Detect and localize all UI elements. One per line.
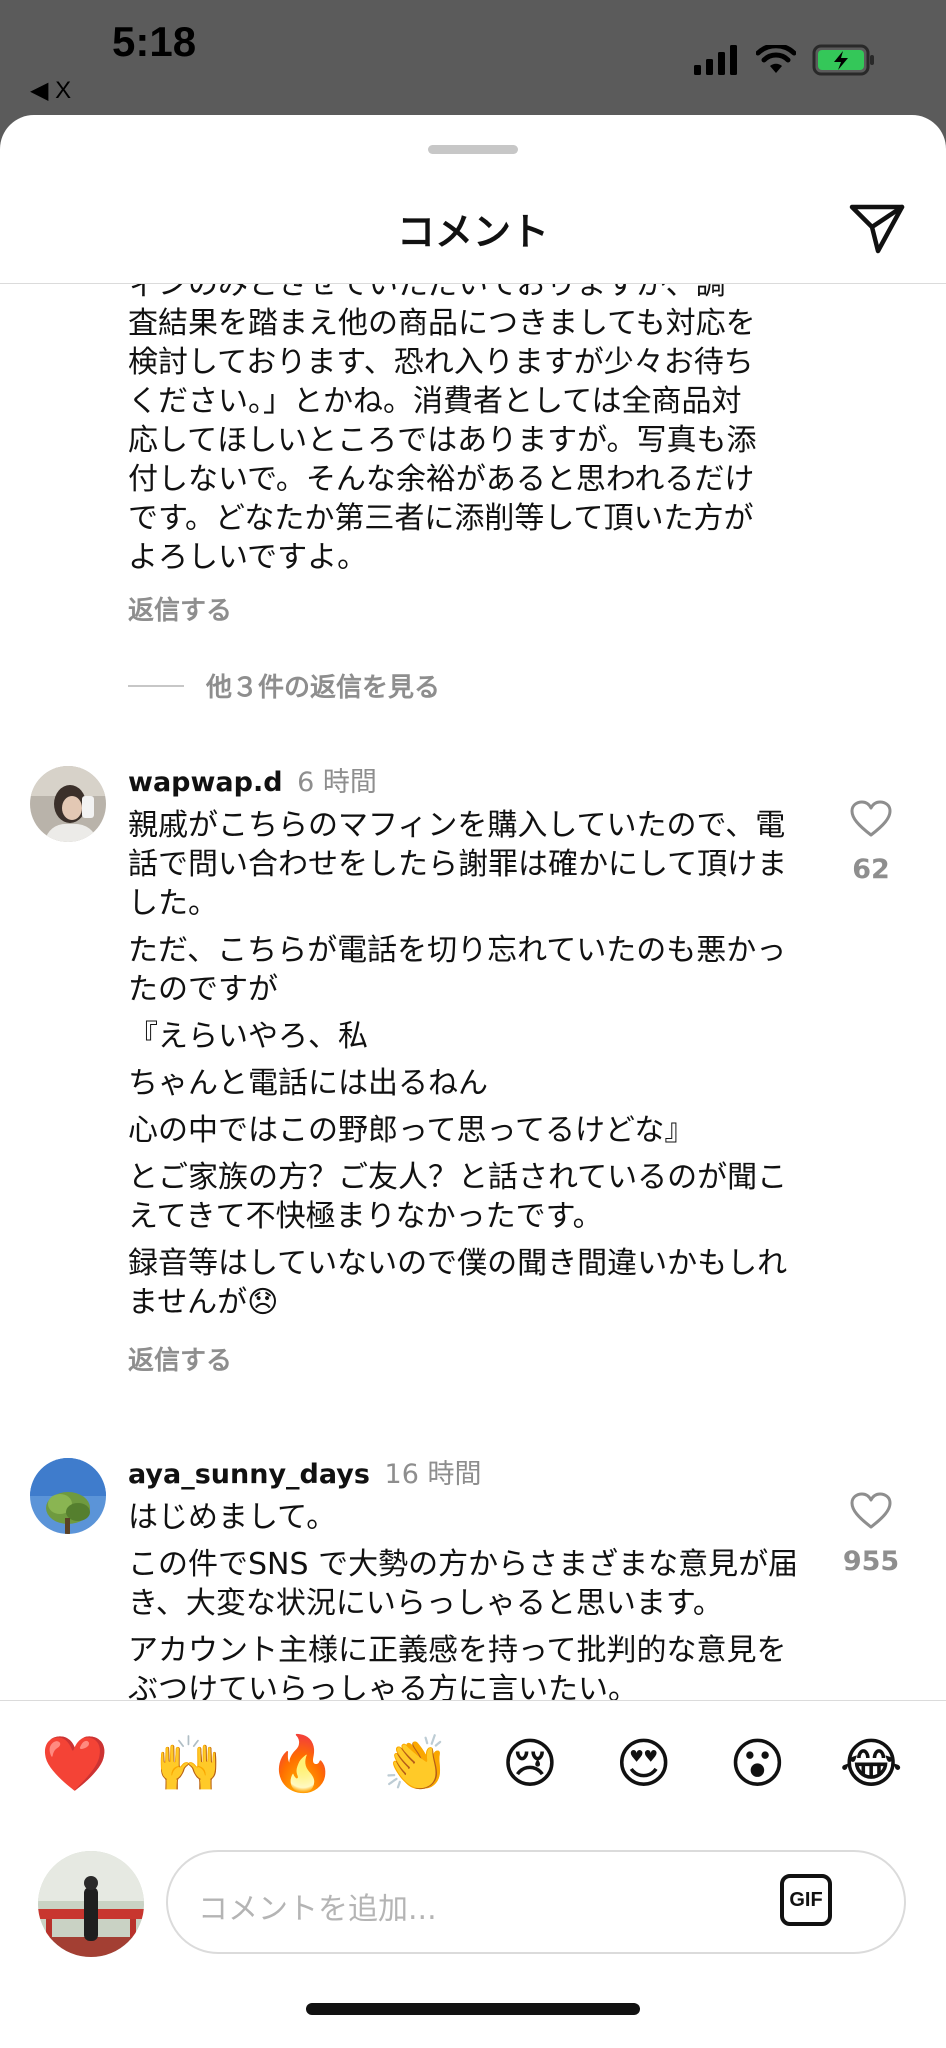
comment-paragraph: ちゃんと電話には出るねん: [128, 1066, 488, 1101]
cellular-signal-icon: [694, 45, 737, 75]
comment-paragraph: 親戚がこちらのマフィンを購入していたので、電話で問い合わせをしたら謝罪は確かにし…: [128, 808, 788, 921]
heart-outline-icon[interactable]: [850, 1492, 892, 1530]
wifi-icon: [756, 45, 796, 73]
status-icons: [692, 44, 876, 76]
status-time: 5:18: [112, 18, 197, 65]
emoji-surprised-face[interactable]: 😮: [720, 1733, 794, 1794]
like-count: 62: [852, 854, 890, 885]
comment-paragraph: この件でSNS で大勢の方からさまざまな意見が届き、大変な状況にいらっしゃると思…: [128, 1547, 799, 1621]
page-title: コメント: [396, 210, 549, 254]
comment-username[interactable]: aya_sunny_days: [128, 1459, 370, 1490]
comment-header: aya_sunny_days 16 時間: [128, 1458, 481, 1492]
emoji-crying-face[interactable]: 😢: [493, 1733, 567, 1794]
comments-feed[interactable]: ィンのみとさせていただいておりますが、調 査結果を踏まえ他の商品につきましても対…: [0, 283, 946, 1815]
emoji-red-heart[interactable]: ❤️: [38, 1733, 112, 1794]
like-column: 955: [836, 1492, 906, 1577]
comment-paragraph: 『えらいやろ、私: [128, 1019, 368, 1054]
comment-composer: コメントを追加... GIF: [0, 1826, 946, 1976]
comment-paragraph: アカウント主様に正義感を持って批判的な意見をぶつけていらっしゃる方に言いたい。: [128, 1633, 787, 1707]
comment-paragraph: はじめまして。: [128, 1500, 337, 1535]
avatar: [38, 1851, 144, 1957]
emoji-fire[interactable]: 🔥: [265, 1733, 339, 1794]
paper-plane-icon[interactable]: [848, 199, 906, 257]
comment-body: はじめまして。 この件でSNS で大勢の方からさまざまな意見が届き、大変な状況に…: [128, 1498, 808, 1717]
emoji-heart-eyes[interactable]: 😍: [607, 1733, 681, 1794]
continued-comment-text: ィンのみとさせていただいておりますが、調 査結果を踏まえ他の商品につきましても対…: [128, 283, 757, 575]
reply-button[interactable]: 返信する: [128, 1340, 808, 1377]
replies-divider-line: [128, 684, 184, 687]
comment-input-placeholder: コメントを追加...: [198, 1892, 437, 1927]
emoji-tears-of-joy[interactable]: 😂: [834, 1733, 908, 1794]
gif-button[interactable]: GIF: [780, 1874, 832, 1926]
emoji-clapping-hands[interactable]: 👏: [379, 1733, 453, 1794]
avatar[interactable]: [30, 766, 106, 842]
quick-emoji-bar: ❤️ 🙌 🔥 👏 😢 😍 😮 😂: [0, 1700, 946, 1826]
comment-paragraph: 録音等はしていないので僕の聞き間違いかもしれませんが😞: [128, 1246, 788, 1320]
comment-timestamp: 16 時間: [384, 1459, 482, 1490]
heart-outline-icon[interactable]: [850, 800, 892, 838]
battery-charging-icon: [812, 44, 874, 76]
home-indicator[interactable]: [306, 2003, 640, 2015]
comment-paragraph: とご家族の方？ご友人？と話されているのが聞こえてきて不快極まりなかったです。: [128, 1160, 788, 1234]
like-column: 62: [836, 800, 906, 885]
sheet-grabber[interactable]: [428, 145, 518, 154]
comment-body: 親戚がこちらのマフィンを購入していたので、電話で問い合わせをしたら謝罪は確かにし…: [128, 806, 808, 1377]
reply-button[interactable]: 返信する: [128, 590, 232, 627]
view-replies-button[interactable]: 他３件の返信を見る: [128, 667, 440, 704]
comment-header: wapwap.d 6 時間: [128, 766, 377, 800]
like-count: 955: [842, 1546, 900, 1577]
comment-paragraph: 心の中ではこの野郎って思ってるけどな』: [128, 1113, 695, 1148]
comment-username[interactable]: wapwap.d: [128, 767, 283, 798]
status-bar: 5:18 ◀ X: [0, 0, 946, 118]
avatar[interactable]: [30, 1458, 106, 1534]
comment-timestamp: 6 時間: [297, 767, 377, 798]
back-to-app-link[interactable]: ◀ X: [30, 76, 71, 105]
comment-input[interactable]: コメントを追加... GIF: [166, 1850, 906, 1954]
comments-sheet: ィンのみとさせていただいておりますが、調 査結果を踏まえ他の商品につきましても対…: [0, 115, 946, 2048]
emoji-raising-hands[interactable]: 🙌: [152, 1733, 226, 1794]
comment-paragraph: ただ、こちらが電話を切り忘れていたのも悪かったのですが: [128, 933, 787, 1007]
view-replies-label: 他３件の返信を見る: [206, 673, 441, 703]
sheet-header: コメント: [0, 175, 946, 284]
